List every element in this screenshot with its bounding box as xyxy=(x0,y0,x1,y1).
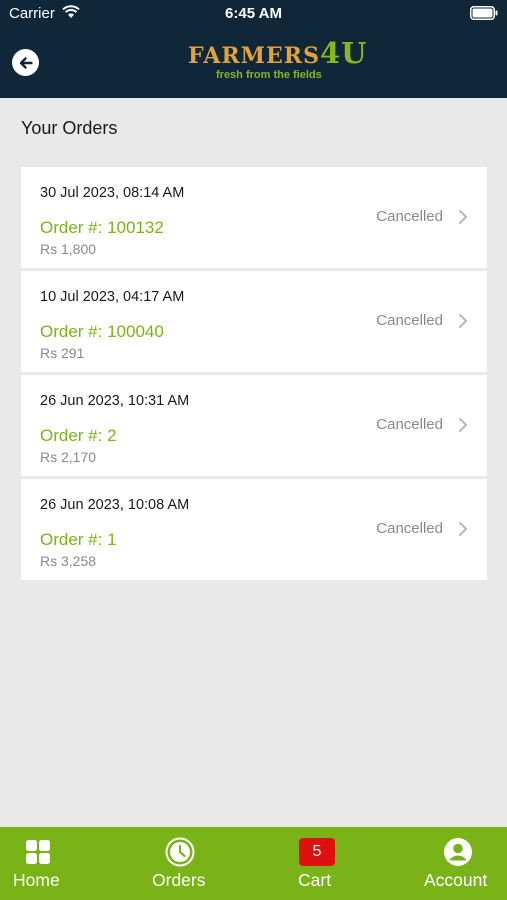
chevron-right-icon xyxy=(459,314,467,328)
page-title: Your Orders xyxy=(21,118,118,138)
order-card[interactable]: 30 Jul 2023, 08:14 AM Order #: 100132 Rs… xyxy=(21,167,487,268)
order-status: Cancelled xyxy=(376,416,443,433)
order-date: 26 Jun 2023, 10:08 AM xyxy=(40,497,190,513)
order-date: 26 Jun 2023, 10:31 AM xyxy=(40,393,190,409)
account-user-icon xyxy=(444,838,472,866)
back-button[interactable] xyxy=(12,49,39,76)
tab-home[interactable]: Home xyxy=(0,827,76,900)
bottom-tab-bar: Home Orders 5 Cart Account xyxy=(0,827,507,900)
status-time: 6:45 AM xyxy=(225,5,282,22)
arrow-left-icon xyxy=(19,56,33,69)
tab-orders-label: Orders xyxy=(152,870,206,890)
order-number: Order #: 2 xyxy=(40,426,117,445)
order-amount: Rs 1,800 xyxy=(40,241,97,257)
order-amount: Rs 3,258 xyxy=(40,553,97,569)
order-number: Order #: 1 xyxy=(40,530,117,549)
order-amount: Rs 291 xyxy=(40,345,85,361)
order-card[interactable]: 10 Jul 2023, 04:17 AM Order #: 100040 Rs… xyxy=(21,271,487,372)
order-status: Cancelled xyxy=(376,312,443,329)
cart-count-badge: 5 xyxy=(299,838,335,866)
tab-account[interactable]: Account xyxy=(416,827,504,900)
order-amount: Rs 2,170 xyxy=(40,449,97,465)
tab-account-label: Account xyxy=(424,870,488,890)
chevron-right-icon xyxy=(459,522,467,536)
logo-number: 4U xyxy=(319,36,368,70)
order-date: 30 Jul 2023, 08:14 AM xyxy=(40,185,185,201)
order-card[interactable]: 26 Jun 2023, 10:31 AM Order #: 2 Rs 2,17… xyxy=(21,375,487,476)
tab-cart[interactable]: 5 Cart xyxy=(286,827,350,900)
chevron-right-icon xyxy=(459,418,467,432)
tab-cart-label: Cart xyxy=(298,870,332,890)
status-bar: Carrier 6:45 AM xyxy=(0,0,507,28)
order-status: Cancelled xyxy=(376,208,443,225)
chevron-right-icon xyxy=(459,210,467,224)
order-date: 10 Jul 2023, 04:17 AM xyxy=(40,289,185,305)
app-header: Carrier 6:45 AM FARMERS4U fresh from the… xyxy=(0,0,507,98)
order-list: 30 Jul 2023, 08:14 AM Order #: 100132 Rs… xyxy=(21,167,487,583)
tab-home-label: Home xyxy=(13,870,60,890)
order-number: Order #: 100040 xyxy=(40,322,164,341)
farmers4u-logo: FARMERS4U fresh from the fields xyxy=(188,38,368,86)
orders-clock-icon xyxy=(165,837,195,867)
logo-tagline: fresh from the fields xyxy=(216,69,322,81)
order-number: Order #: 100132 xyxy=(40,218,164,237)
home-grid-icon xyxy=(26,840,50,864)
logo-word: FARMERS xyxy=(188,43,320,69)
order-card[interactable]: 26 Jun 2023, 10:08 AM Order #: 1 Rs 3,25… xyxy=(21,479,487,580)
order-status: Cancelled xyxy=(376,520,443,537)
tab-orders[interactable]: Orders xyxy=(140,827,220,900)
battery-icon xyxy=(470,6,498,20)
